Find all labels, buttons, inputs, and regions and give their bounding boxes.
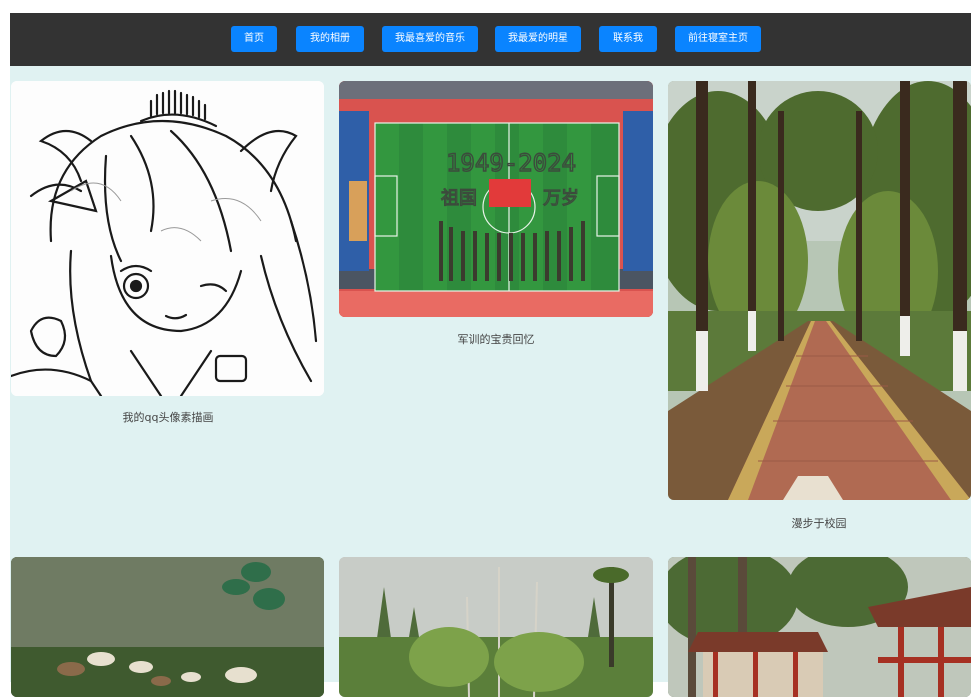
photo-caption: 我的qq头像素描画 bbox=[122, 411, 214, 424]
svg-text:祖国: 祖国 bbox=[441, 188, 477, 209]
anime-sketch-image bbox=[11, 81, 324, 396]
page-margin bbox=[0, 0, 10, 682]
photo-reeds[interactable] bbox=[339, 557, 653, 697]
nav-dorm-button[interactable]: 前往寝室主页 bbox=[675, 26, 761, 52]
photo-caption: 漫步于校园 bbox=[791, 517, 847, 530]
photo-pavilion[interactable] bbox=[668, 557, 971, 697]
reeds-image bbox=[339, 557, 653, 697]
photo-pond-ducks[interactable] bbox=[11, 557, 324, 697]
stadium-year-text: 1949-2024 bbox=[446, 149, 576, 177]
photo-caption: 军训的宝贵回忆 bbox=[457, 333, 535, 346]
svg-text:万岁: 万岁 bbox=[543, 188, 579, 209]
tree-lined-path-image bbox=[668, 81, 971, 500]
nav-album-button[interactable]: 我的相册 bbox=[296, 26, 364, 52]
nav-contact-button[interactable]: 联系我 bbox=[599, 26, 657, 52]
top-nav-bar: 首页 我的相册 我最喜爱的音乐 我最爱的明星 联系我 前往寝室主页 bbox=[10, 13, 971, 66]
nav-music-button[interactable]: 我最喜爱的音乐 bbox=[382, 26, 478, 52]
stadium-aerial-image: 1949-2024 祖国 万岁 bbox=[339, 81, 653, 317]
photo-campus-walk[interactable] bbox=[668, 81, 971, 500]
photo-anime-sketch[interactable] bbox=[11, 81, 324, 396]
nav-home-button[interactable]: 首页 bbox=[231, 26, 277, 52]
pavilion-image bbox=[668, 557, 971, 697]
pond-ducks-image bbox=[11, 557, 324, 697]
nav-stars-button[interactable]: 我最爱的明星 bbox=[495, 26, 581, 52]
gallery: 我的qq头像素描画 1949-2024 祖国 万岁 军训的宝贵回忆 漫步于校园 bbox=[10, 66, 971, 697]
photo-military-training[interactable]: 1949-2024 祖国 万岁 bbox=[339, 81, 653, 317]
